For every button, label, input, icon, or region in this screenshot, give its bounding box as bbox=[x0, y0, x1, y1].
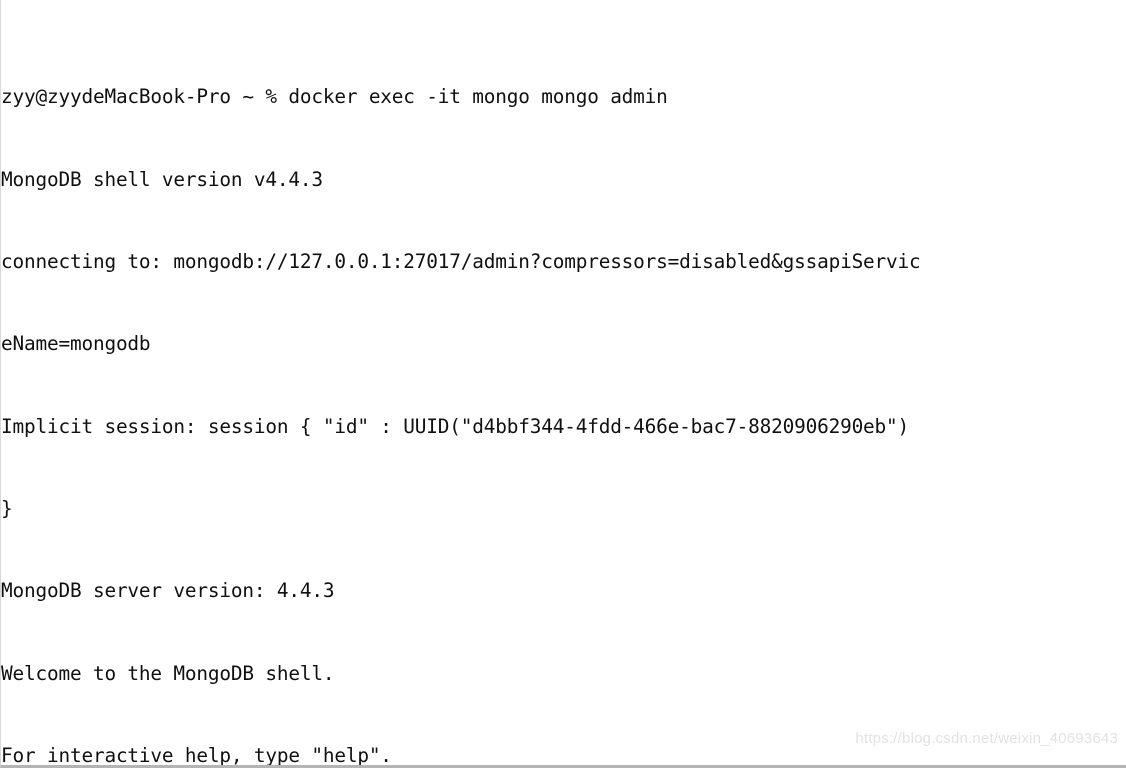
terminal-line: Welcome to the MongoDB shell. bbox=[1, 661, 335, 685]
terminal-line: eName=mongodb bbox=[1, 332, 151, 356]
terminal-line: MongoDB shell version v4.4.3 bbox=[1, 167, 323, 191]
terminal-output-area[interactable]: zyy@zyydeMacBook-Pro ~ % docker exec -it… bbox=[1, 1, 1126, 765]
terminal-line: MongoDB server version: 4.4.3 bbox=[1, 579, 335, 603]
terminal-window[interactable]: zyy@zyydeMacBook-Pro ~ % docker exec -it… bbox=[0, 0, 1126, 768]
watermark-text: https://blog.csdn.net/weixin_40693643 bbox=[855, 730, 1118, 747]
terminal-line: zyy@zyydeMacBook-Pro ~ % docker exec -it… bbox=[1, 85, 668, 109]
terminal-line: } bbox=[1, 497, 13, 521]
terminal-line: connecting to: mongodb://127.0.0.1:27017… bbox=[1, 250, 921, 274]
terminal-line: Implicit session: session { "id" : UUID(… bbox=[1, 414, 910, 438]
